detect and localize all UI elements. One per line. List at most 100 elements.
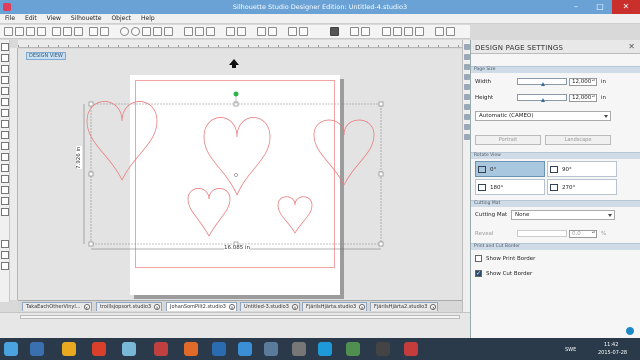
- notes-icon[interactable]: [404, 342, 418, 356]
- send-back-icon[interactable]: [237, 27, 246, 36]
- knife-tool-icon[interactable]: [1, 186, 9, 194]
- cut-icon[interactable]: [52, 27, 61, 36]
- open-folder-icon[interactable]: [15, 27, 24, 36]
- width-slider[interactable]: [517, 78, 567, 86]
- zoom-in-icon[interactable]: [120, 27, 129, 36]
- ellipse-tool-icon[interactable]: [1, 131, 9, 139]
- panel-toggle-icon[interactable]: [446, 27, 455, 36]
- store-icon[interactable]: [361, 27, 370, 36]
- grid-icon[interactable]: [435, 27, 444, 36]
- close-tab-icon[interactable]: x: [359, 304, 366, 310]
- minimize-button[interactable]: –: [566, 0, 586, 14]
- paste-icon[interactable]: [74, 27, 83, 36]
- text-tool-icon[interactable]: [1, 164, 9, 172]
- rotate-90-button[interactable]: 90°: [547, 161, 617, 177]
- rotate-0-button[interactable]: 0°: [475, 161, 545, 177]
- doc-tab[interactable]: Untitled-3.studio3 x: [240, 302, 300, 311]
- line-tool-icon[interactable]: [1, 65, 9, 73]
- design-store-icon[interactable]: [330, 27, 339, 36]
- copy-icon[interactable]: [63, 27, 72, 36]
- print-icon[interactable]: [37, 27, 46, 36]
- magic-wand-icon[interactable]: [1, 197, 9, 205]
- capture-icon[interactable]: [376, 342, 390, 356]
- mirror-icon[interactable]: [268, 27, 277, 36]
- design-shapes[interactable]: [18, 49, 462, 301]
- redo-icon[interactable]: [100, 27, 109, 36]
- close-tab-icon[interactable]: x: [154, 304, 161, 310]
- ungroup-icon[interactable]: [195, 27, 204, 36]
- menu-object[interactable]: Object: [106, 14, 136, 23]
- mail-icon[interactable]: [122, 342, 136, 356]
- arc-tool-icon[interactable]: [1, 98, 9, 106]
- library-icon[interactable]: [350, 27, 359, 36]
- rectangle-tool-icon[interactable]: [1, 109, 9, 117]
- doc-tab[interactable]: FjärilsHjärta2.studio3 x: [370, 302, 439, 311]
- cut-settings-icon[interactable]: [404, 27, 413, 36]
- eraser-tool-icon[interactable]: [1, 175, 9, 183]
- freehand-tool-icon[interactable]: [1, 142, 9, 150]
- start-button-icon[interactable]: [4, 342, 18, 356]
- landscape-button[interactable]: Landscape: [545, 135, 611, 145]
- weld-icon[interactable]: [288, 27, 297, 36]
- menu-view[interactable]: View: [42, 14, 66, 23]
- fit-page-icon[interactable]: [164, 27, 173, 36]
- replicate-icon[interactable]: [257, 27, 266, 36]
- close-tab-icon[interactable]: x: [430, 304, 437, 310]
- zoom-out-icon[interactable]: [131, 27, 140, 36]
- rounded-rect-icon[interactable]: [1, 120, 9, 128]
- show-cut-border-checkbox[interactable]: ✓: [475, 270, 482, 277]
- app-icon[interactable]: [346, 342, 360, 356]
- clock-time[interactable]: 11:42: [604, 342, 618, 348]
- menu-silhouette[interactable]: Silhouette: [66, 14, 107, 23]
- close-tab-icon[interactable]: x: [229, 304, 235, 310]
- settings-icon[interactable]: [292, 342, 306, 356]
- maximize-button[interactable]: □: [590, 0, 610, 14]
- explorer-icon[interactable]: [62, 342, 76, 356]
- cutting-mat-dropdown[interactable]: None: [511, 210, 615, 220]
- undo-icon[interactable]: [89, 27, 98, 36]
- width-input[interactable]: 12,000: [569, 78, 597, 86]
- select-tool-icon[interactable]: [1, 43, 9, 51]
- close-button[interactable]: ✕: [612, 0, 640, 14]
- media-icon[interactable]: [184, 342, 198, 356]
- pan-icon[interactable]: [153, 27, 162, 36]
- send-to-silhouette-icon[interactable]: [415, 27, 424, 36]
- offset-icon[interactable]: [299, 27, 308, 36]
- help-icon[interactable]: [626, 327, 634, 335]
- menu-edit[interactable]: Edit: [20, 14, 42, 23]
- polygon-tool-icon[interactable]: [1, 76, 9, 84]
- registration-icon[interactable]: [393, 27, 402, 36]
- chrome-icon[interactable]: [92, 342, 106, 356]
- show-print-border-checkbox[interactable]: [475, 255, 482, 262]
- doc-tab[interactable]: FjärilsHjärta.studio3 x: [302, 302, 368, 311]
- doc-tab-active[interactable]: JohanSomPilt2.studio3 x: [166, 302, 237, 311]
- silhouette-studio-icon[interactable]: [318, 342, 332, 356]
- new-document-icon[interactable]: [4, 27, 13, 36]
- keyboard-language[interactable]: SWE: [565, 347, 576, 353]
- reveal-input[interactable]: 0.0: [569, 230, 597, 238]
- reveal-slider[interactable]: [517, 230, 567, 237]
- clock-date[interactable]: 2015-07-28: [598, 350, 627, 356]
- portrait-button[interactable]: Portrait: [475, 135, 541, 145]
- close-tab-icon[interactable]: x: [83, 304, 90, 310]
- doc-tab[interactable]: TakaEachOtherVinyl... x: [22, 302, 92, 311]
- close-tab-icon[interactable]: x: [291, 304, 298, 310]
- edit-points-icon[interactable]: [1, 54, 9, 62]
- height-slider[interactable]: [517, 94, 567, 102]
- menu-help[interactable]: Help: [136, 14, 160, 23]
- save-icon[interactable]: [26, 27, 35, 36]
- rotate-180-button[interactable]: 180°: [475, 179, 545, 195]
- zoom-icon[interactable]: [1, 262, 9, 270]
- bring-front-icon[interactable]: [226, 27, 235, 36]
- acrobat-icon[interactable]: [154, 342, 168, 356]
- files-icon[interactable]: [264, 342, 278, 356]
- menu-file[interactable]: File: [0, 14, 20, 23]
- zoom-box-icon[interactable]: [142, 27, 151, 36]
- width-slider-knob[interactable]: [541, 82, 545, 86]
- group-icon[interactable]: [184, 27, 193, 36]
- shape-library-icon[interactable]: [1, 251, 9, 259]
- rotate-270-button[interactable]: 270°: [547, 179, 617, 195]
- curve-tool-icon[interactable]: [1, 87, 9, 95]
- ie-icon[interactable]: [30, 342, 44, 356]
- doc-tab[interactable]: troillsjopsort.studio3 x: [96, 302, 163, 311]
